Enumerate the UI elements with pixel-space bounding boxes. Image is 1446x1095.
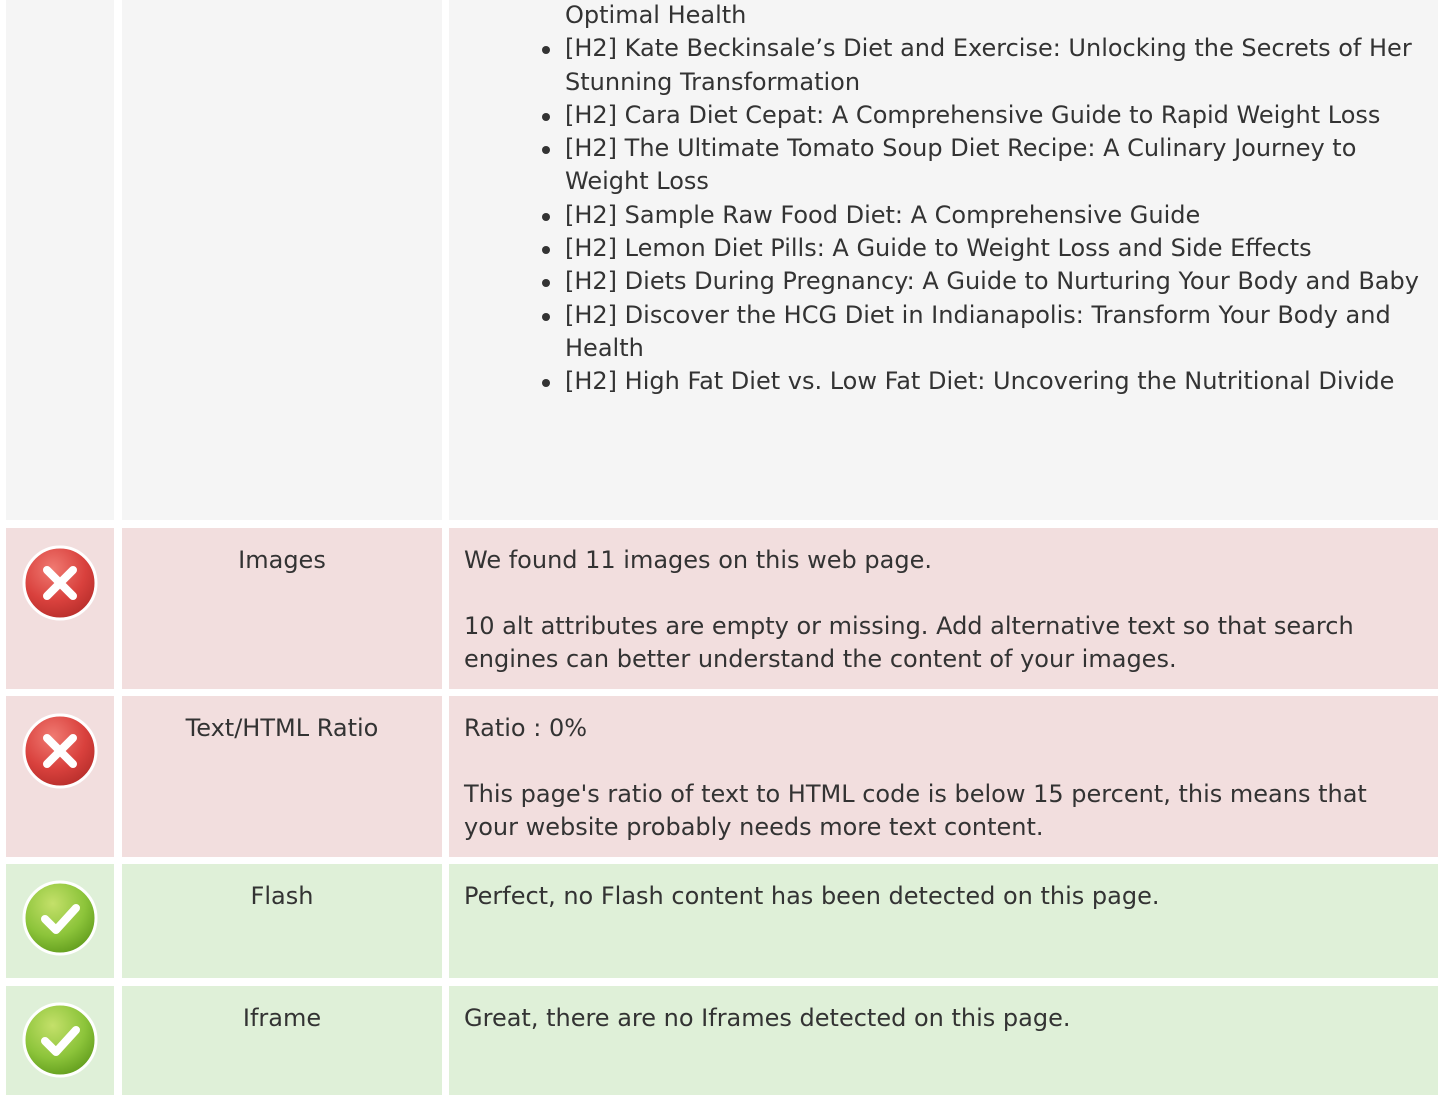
- headings-content-cell: Optimal Health [H2] Kate Beckinsale’s Di…: [449, 0, 1438, 520]
- error-x-icon: [22, 713, 98, 789]
- ratio-advice: This page's ratio of text to HTML code i…: [464, 780, 1367, 841]
- heading-item: [H2] High Fat Diet vs. Low Fat Diet: Unc…: [542, 365, 1422, 398]
- error-x-icon: [22, 545, 98, 621]
- headings-label-cell: [122, 0, 442, 520]
- iframe-label-cell: Iframe: [122, 986, 442, 1095]
- headings-icon-cell: [6, 0, 114, 520]
- ratio-label-cell: Text/HTML Ratio: [122, 696, 442, 857]
- text-html-ratio-check-row: Text/HTML Ratio Ratio : 0% This page's r…: [6, 696, 1438, 857]
- ratio-status-cell: [6, 696, 114, 857]
- images-content-cell: We found 11 images on this web page. 10 …: [449, 528, 1438, 689]
- headings-row: Optimal Health [H2] Kate Beckinsale’s Di…: [6, 0, 1438, 520]
- images-advice: 10 alt attributes are empty or missing. …: [464, 612, 1354, 673]
- ratio-label: Text/HTML Ratio: [185, 714, 379, 742]
- heading-item: [H2] The Ultimate Tomato Soup Diet Recip…: [542, 132, 1422, 199]
- headings-list: Optimal Health [H2] Kate Beckinsale’s Di…: [542, 0, 1422, 399]
- images-label-cell: Images: [122, 528, 442, 689]
- images-label: Images: [238, 546, 326, 574]
- heading-item: [H2] Lemon Diet Pills: A Guide to Weight…: [542, 232, 1422, 265]
- heading-item: Optimal Health: [565, 1, 747, 29]
- images-status-cell: [6, 528, 114, 689]
- iframe-label: Iframe: [242, 1004, 322, 1032]
- heading-item: [H2] Sample Raw Food Diet: A Comprehensi…: [542, 199, 1422, 232]
- iframe-content-cell: Great, there are no Iframes detected on …: [449, 986, 1438, 1095]
- heading-item: [H2] Diets During Pregnancy: A Guide to …: [542, 265, 1422, 298]
- check-icon: [22, 880, 98, 956]
- flash-check-row: Flash Perfect, no Flash content has been…: [6, 864, 1438, 978]
- heading-item: [H2] Discover the HCG Diet in Indianapol…: [542, 299, 1422, 366]
- ratio-content-cell: Ratio : 0% This page's ratio of text to …: [449, 696, 1438, 857]
- flash-label: Flash: [250, 882, 314, 910]
- iframe-status-cell: [6, 986, 114, 1095]
- ratio-value: Ratio : 0%: [464, 714, 588, 742]
- iframe-check-row: Iframe Great, there are no Iframes detec…: [6, 986, 1438, 1095]
- iframe-result: Great, there are no Iframes detected on …: [464, 1004, 1071, 1032]
- flash-result: Perfect, no Flash content has been detec…: [464, 882, 1160, 910]
- flash-content-cell: Perfect, no Flash content has been detec…: [449, 864, 1438, 978]
- check-icon: [22, 1002, 98, 1078]
- images-summary: We found 11 images on this web page.: [464, 546, 932, 574]
- flash-status-cell: [6, 864, 114, 978]
- heading-item: [H2] Kate Beckinsale’s Diet and Exercise…: [542, 32, 1422, 99]
- flash-label-cell: Flash: [122, 864, 442, 978]
- heading-item: [H2] Cara Diet Cepat: A Comprehensive Gu…: [542, 99, 1422, 132]
- images-check-row: Images We found 11 images on this web pa…: [6, 528, 1438, 689]
